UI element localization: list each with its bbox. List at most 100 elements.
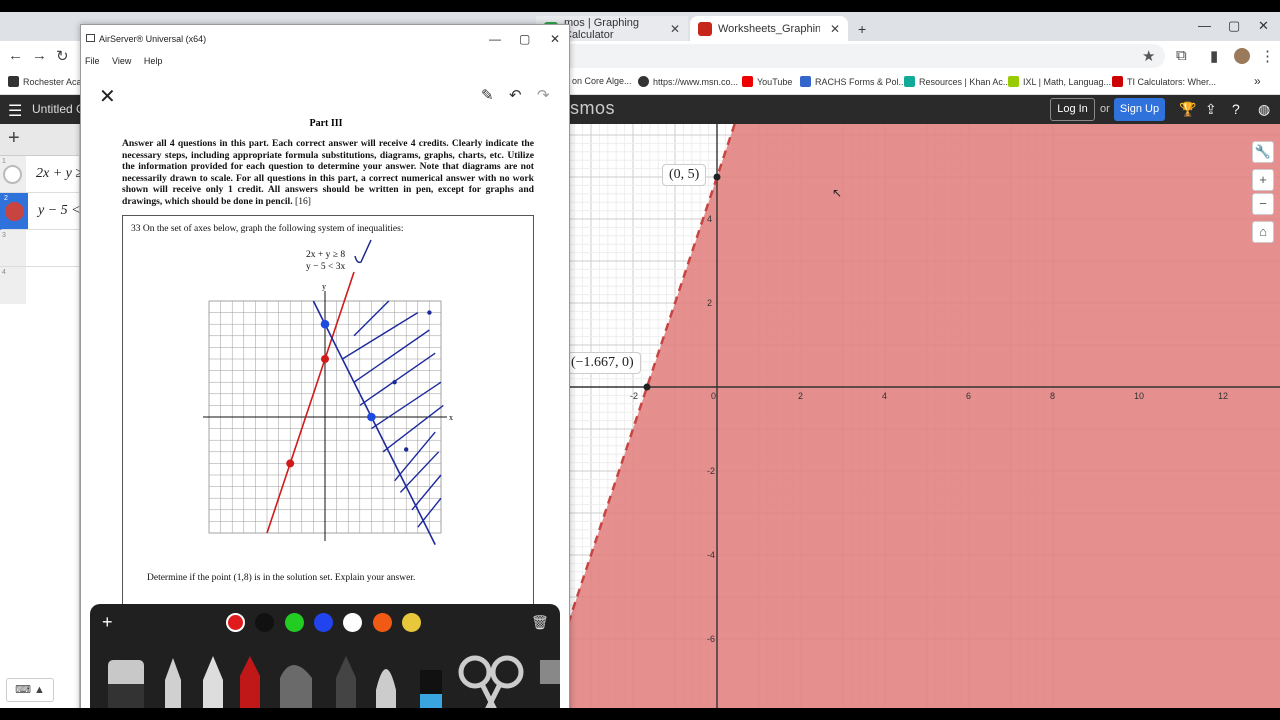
- pdf-favicon-icon: [698, 21, 712, 36]
- forward-icon[interactable]: →: [32, 47, 47, 64]
- blue-plotted-point: [320, 319, 330, 329]
- color-swatch-yellow[interactable]: [402, 613, 421, 632]
- visibility-toggle-icon[interactable]: [3, 165, 22, 184]
- worksheet-coordinate-grid[interactable]: xy: [123, 226, 533, 566]
- zoom-out-button[interactable]: −: [1252, 193, 1274, 215]
- bookmark-label: YouTube: [757, 76, 793, 87]
- tab-close-icon[interactable]: ✕: [670, 22, 680, 36]
- graph-title[interactable]: Untitled G: [32, 102, 85, 116]
- point-x-intercept[interactable]: [643, 383, 651, 391]
- login-button[interactable]: Log In: [1050, 98, 1095, 121]
- side-panel-icon[interactable]: ▮: [1210, 47, 1218, 65]
- bookmark-item[interactable]: TI Calculators: Wher...: [1112, 76, 1216, 87]
- trash-icon[interactable]: 🗑: [531, 614, 549, 631]
- profile-avatar[interactable]: [1234, 48, 1250, 64]
- airserver-menubar: File View Help: [81, 56, 569, 70]
- airserver-minimize-button[interactable]: —: [489, 32, 501, 46]
- color-swatch-orange[interactable]: [373, 613, 392, 632]
- expression-list: + 1 2x + y ≥ 2 y − 5 < 3 4: [0, 124, 83, 708]
- keyboard-toggle-button[interactable]: ⌨ ▲: [6, 678, 54, 702]
- expression-row[interactable]: 2 y − 5 <: [0, 193, 81, 230]
- expression-text[interactable]: 2x + y ≥: [36, 166, 83, 182]
- wrench-settings-icon[interactable]: 🔧: [1252, 141, 1274, 163]
- back-icon[interactable]: ←: [8, 47, 23, 64]
- expression-row[interactable]: 1 2x + y ≥: [0, 156, 83, 193]
- color-swatch-black[interactable]: [255, 613, 274, 632]
- bookmark-label: on Core Alge...: [572, 76, 632, 86]
- maximize-button[interactable]: ▢: [1228, 18, 1240, 34]
- bookmark-item[interactable]: https://www.msn.co...: [638, 76, 738, 87]
- bookmark-item[interactable]: Resources | Khan Ac...: [904, 76, 1010, 87]
- expression-row[interactable]: 3: [0, 230, 79, 267]
- expression-row[interactable]: 4: [0, 267, 79, 304]
- expression-text[interactable]: y − 5 <: [38, 203, 81, 219]
- help-icon[interactable]: ?: [1232, 101, 1240, 117]
- bookmark-item[interactable]: IXL | Math, Languag...: [1008, 76, 1111, 87]
- home-view-icon[interactable]: ⌂: [1252, 221, 1274, 243]
- tab-close-icon[interactable]: ✕: [830, 22, 840, 36]
- point-label[interactable]: (0, 5): [662, 164, 707, 186]
- bookmark-icon: [8, 76, 19, 87]
- expression-index: 3: [0, 230, 26, 266]
- close-icon[interactable]: ✕: [99, 84, 116, 109]
- x-tick-label: 12: [1218, 391, 1228, 401]
- bookmarks-overflow-icon[interactable]: »: [1254, 74, 1261, 88]
- point-label[interactable]: (−1.667, 0): [564, 352, 641, 374]
- color-swatch-white[interactable]: [343, 613, 362, 632]
- ti-icon: [1112, 76, 1123, 87]
- red-pen-tool-icon[interactable]: [240, 656, 260, 708]
- airserver-maximize-button[interactable]: ▢: [519, 32, 530, 46]
- color-swatch-green[interactable]: [285, 613, 304, 632]
- visibility-toggle-icon[interactable]: [5, 202, 24, 221]
- zoom-in-button[interactable]: +: [1252, 169, 1274, 191]
- menu-file[interactable]: File: [85, 56, 100, 66]
- color-swatch-red[interactable]: [226, 613, 245, 632]
- redo-icon[interactable]: ↷: [537, 86, 550, 104]
- undo-icon[interactable]: ↶: [509, 86, 522, 104]
- khan-icon: [904, 76, 915, 87]
- menu-view[interactable]: View: [112, 56, 131, 66]
- menu-icon[interactable]: ⋮: [1260, 47, 1275, 65]
- ruler-tool-icon[interactable]: [540, 660, 560, 684]
- bookmark-star-icon[interactable]: ★: [1142, 47, 1155, 65]
- tab-worksheet[interactable]: Worksheets_GraphingOnTheC ✕: [690, 16, 848, 41]
- marker-tool-icon[interactable]: [280, 665, 312, 708]
- bookmark-item[interactable]: Rochester Acade: [8, 76, 92, 87]
- language-globe-icon[interactable]: ◍: [1258, 101, 1270, 118]
- test-point-dot: [427, 310, 432, 315]
- graph-canvas[interactable]: -2 0 2 4 6 8 10 12 4 2 -2 -4 -6: [570, 124, 1280, 708]
- globe-icon: [638, 76, 649, 87]
- add-tool-button[interactable]: +: [102, 612, 113, 633]
- x-tick-label: 2: [798, 391, 803, 401]
- pen-icon[interactable]: ✎: [481, 86, 494, 104]
- point-y-intercept[interactable]: [713, 173, 721, 181]
- fountain-pen-tool-icon[interactable]: [203, 656, 223, 708]
- signup-button[interactable]: Sign Up: [1114, 98, 1165, 121]
- hamburger-menu-icon[interactable]: ☰: [8, 101, 22, 121]
- graph-paper[interactable]: -2 0 2 4 6 8 10 12 4 2 -2 -4 -6 (0, 5) (−1.667, 0) ↖…: [564, 124, 1280, 708]
- bookmark-item[interactable]: YouTube: [742, 76, 792, 87]
- minimize-button[interactable]: —: [1198, 18, 1211, 33]
- airserver-close-button[interactable]: ✕: [550, 32, 560, 46]
- bookmark-item[interactable]: RACHS Forms & Pol...: [800, 76, 906, 87]
- color-swatch-blue[interactable]: [314, 613, 333, 632]
- y-tick-label: -2: [707, 466, 715, 476]
- url-bar[interactable]: [560, 44, 1165, 68]
- y-tick-label: 4: [707, 214, 712, 224]
- tab-worksheet-label: Worksheets_GraphingOnTheC: [718, 22, 820, 35]
- bookmark-label: Resources | Khan Ac...: [919, 76, 1011, 87]
- watercolor-tool-icon[interactable]: [376, 669, 396, 708]
- trophy-icon[interactable]: 🏆: [1179, 101, 1196, 118]
- share-icon[interactable]: ⇪: [1205, 101, 1217, 118]
- brush-tool-icon[interactable]: [336, 656, 356, 708]
- close-window-button[interactable]: ✕: [1258, 18, 1269, 34]
- reload-icon[interactable]: ↻: [56, 47, 69, 65]
- pencil-tool-icon[interactable]: [165, 658, 181, 708]
- menu-help[interactable]: Help: [144, 56, 163, 66]
- y-tick-label: -6: [707, 634, 715, 644]
- extensions-icon[interactable]: ⧉: [1176, 47, 1187, 64]
- add-expression-button[interactable]: +: [8, 127, 20, 150]
- bookmark-item[interactable]: on Core Alge...: [572, 76, 632, 86]
- new-tab-button[interactable]: +: [850, 16, 874, 41]
- scissors-icon[interactable]: [458, 655, 492, 689]
